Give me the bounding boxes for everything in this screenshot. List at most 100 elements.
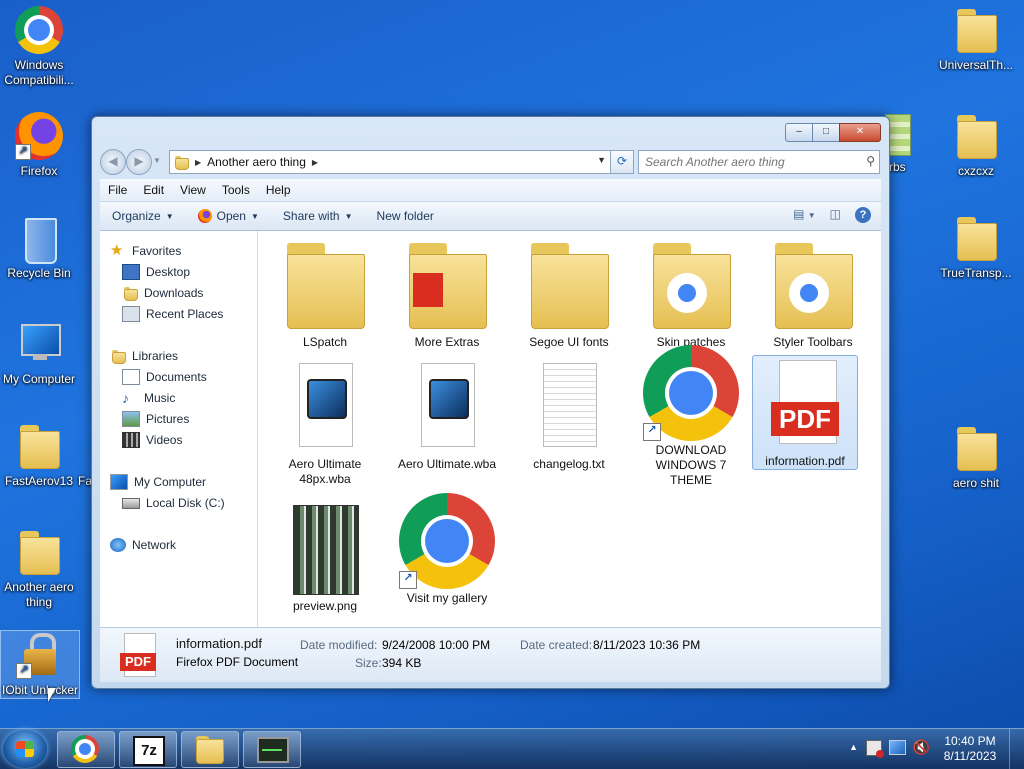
desktop-icon-cxzcxz[interactable]: cxzcxz — [936, 112, 1016, 179]
nav-my-computer[interactable]: My Computer — [110, 472, 206, 492]
navigation-pane: ★ Favorites Desktop Downloads Recent Pla… — [100, 231, 258, 627]
computer-icon — [15, 320, 63, 368]
clock-time: 10:40 PM — [944, 734, 996, 748]
file-item-lspatch[interactable]: LSpatch — [270, 237, 380, 350]
nav-local-disk[interactable]: Local Disk (C:) — [122, 493, 225, 513]
breadcrumb-current-folder[interactable]: Another aero thing — [207, 155, 306, 169]
minimize-button[interactable]: – — [785, 123, 813, 142]
desktop-icon-my-computer[interactable]: My Computer — [0, 320, 78, 387]
nav-videos[interactable]: Videos — [122, 430, 182, 450]
network-icon[interactable] — [889, 740, 906, 755]
folder-icon — [173, 155, 190, 171]
nav-network[interactable]: Network — [110, 535, 176, 555]
explorer-window[interactable]: – □ ✕ ◀ ▶ ▼ ▶ Another aero thing ▶ ▼ ⟳ ⚲… — [91, 116, 890, 689]
show-desktop-button[interactable] — [1009, 729, 1024, 769]
file-item-aero-ultimate-48px[interactable]: Aero Ultimate 48px.wba — [270, 359, 380, 487]
nav-item-label: Libraries — [132, 349, 179, 363]
desktop-icon-universalth[interactable]: UniversalTh... — [936, 6, 1016, 73]
desktop-icon-label: FastAerov13 — [4, 474, 74, 488]
volume-muted-icon[interactable]: 🔇 — [913, 739, 930, 756]
search-box[interactable]: ⚲ — [638, 150, 880, 174]
search-icon[interactable]: ⚲ — [866, 154, 875, 168]
file-item-download-windows-7-theme[interactable]: ↗ DOWNLOAD WINDOWS 7 THEME — [636, 345, 746, 488]
recent-pages-dropdown-icon[interactable]: ▼ — [153, 156, 161, 165]
taskbar: 7z ▲ 🔇 10:40 PM 8/11/2023 — [0, 728, 1024, 769]
menu-help[interactable]: Help — [258, 183, 299, 197]
folder-icon — [952, 424, 1000, 472]
wba-file-icon — [399, 359, 495, 455]
breadcrumb-chevron-icon[interactable]: ▶ — [312, 158, 318, 167]
breadcrumb-chevron-icon[interactable]: ▶ — [195, 158, 201, 167]
taskbar-app-monitor[interactable] — [243, 731, 301, 768]
menu-file[interactable]: File — [100, 183, 135, 197]
nav-documents[interactable]: Documents — [122, 367, 207, 387]
file-item-label: Visit my gallery — [406, 591, 488, 605]
desktop-icon-aero-shit[interactable]: aero shit — [936, 424, 1016, 491]
desktop-icon-firefox[interactable]: ↗ Firefox — [0, 112, 78, 179]
show-hidden-icons-icon[interactable]: ▲ — [849, 742, 858, 752]
file-item-label: LSpatch — [302, 335, 348, 349]
desktop-icon-fastaerov13[interactable]: FastAerov13 — [0, 422, 78, 489]
dropdown-arrow-icon: ▼ — [250, 211, 259, 221]
desktop-icon-label: UniversalTh... — [938, 58, 1014, 72]
pdf-badge: PDF — [771, 402, 839, 436]
music-icon: ♪ — [122, 390, 129, 406]
desktop-icon-iobit-unlocker[interactable]: ↗ IObit Unlocker — [0, 630, 80, 699]
close-button[interactable]: ✕ — [839, 123, 881, 142]
start-button[interactable] — [3, 730, 47, 768]
folder-icon — [277, 237, 373, 333]
nav-libraries[interactable]: Libraries — [110, 346, 178, 366]
desktop-icon-label: Windows Compatibili... — [4, 58, 74, 87]
clock[interactable]: 10:40 PM 8/11/2023 — [940, 734, 1000, 764]
maximize-button[interactable]: □ — [812, 123, 840, 142]
file-item-segoe-ui-fonts[interactable]: Segoe UI fonts — [514, 237, 624, 350]
file-item-aero-ultimate[interactable]: Aero Ultimate.wba — [392, 359, 502, 472]
nav-recent-places[interactable]: Recent Places — [122, 304, 223, 324]
documents-icon — [122, 369, 140, 385]
desktop-icon-another-aero-thing[interactable]: Another aero thing — [0, 528, 78, 610]
file-item-styler-toolbars[interactable]: Styler Toolbars — [758, 237, 868, 350]
text-file-icon — [521, 359, 617, 455]
file-item-visit-my-gallery[interactable]: ↗ Visit my gallery — [392, 493, 502, 606]
file-item-more-extras[interactable]: More Extras — [392, 237, 502, 350]
mouse-cursor-icon — [48, 688, 56, 702]
menu-view[interactable]: View — [172, 183, 214, 197]
desktop-icon-label: aero shit — [952, 476, 1000, 490]
desktop-icon-recycle-bin[interactable]: Recycle Bin — [0, 214, 78, 281]
nav-item-label: Network — [132, 538, 177, 552]
nav-pictures[interactable]: Pictures — [122, 409, 189, 429]
file-item-information-pdf[interactable]: PDF information.pdf — [752, 355, 858, 470]
share-with-button[interactable]: Share with ▼ — [271, 209, 365, 223]
address-dropdown-icon[interactable]: ▼ — [597, 155, 606, 165]
open-button[interactable]: Open ▼ — [186, 209, 271, 223]
desktop-icon-windows-compatibility[interactable]: Windows Compatibili... — [0, 6, 78, 88]
nav-desktop[interactable]: Desktop — [122, 262, 190, 282]
change-view-icon[interactable]: ▤ ▼ — [793, 207, 816, 223]
refresh-button[interactable]: ⟳ — [610, 150, 634, 174]
search-input[interactable] — [643, 152, 852, 172]
computer-icon — [110, 474, 128, 490]
desktop-icon-truetransp[interactable]: TrueTransp... — [936, 214, 1016, 281]
address-bar[interactable]: ▶ Another aero thing ▶ ▼ — [169, 150, 611, 174]
help-icon[interactable]: ? — [855, 207, 871, 223]
forward-button[interactable]: ▶ — [126, 149, 152, 175]
action-center-icon[interactable] — [866, 740, 884, 758]
menu-edit[interactable]: Edit — [135, 183, 172, 197]
pdf-file-icon: PDF — [757, 356, 853, 452]
file-item-skin-patches[interactable]: Skin patches — [636, 237, 746, 350]
nav-downloads[interactable]: Downloads — [122, 283, 203, 303]
nav-music[interactable]: ♪ Music — [122, 388, 175, 408]
preview-pane-icon[interactable]: ◫ — [830, 207, 841, 223]
file-item-preview-png[interactable]: preview.png — [270, 501, 380, 614]
open-label: Open — [216, 209, 246, 223]
taskbar-app-7zip[interactable]: 7z — [119, 731, 177, 768]
new-folder-button[interactable]: New folder — [365, 209, 446, 223]
taskbar-app-explorer[interactable] — [181, 731, 239, 768]
menu-tools[interactable]: Tools — [214, 183, 258, 197]
taskbar-app-chrome[interactable] — [57, 731, 115, 768]
organize-button[interactable]: Organize ▼ — [100, 209, 186, 223]
nav-favorites[interactable]: ★ Favorites — [110, 241, 181, 261]
back-button[interactable]: ◀ — [100, 149, 126, 175]
pictures-icon — [122, 411, 140, 427]
file-item-changelog[interactable]: changelog.txt — [514, 359, 624, 472]
